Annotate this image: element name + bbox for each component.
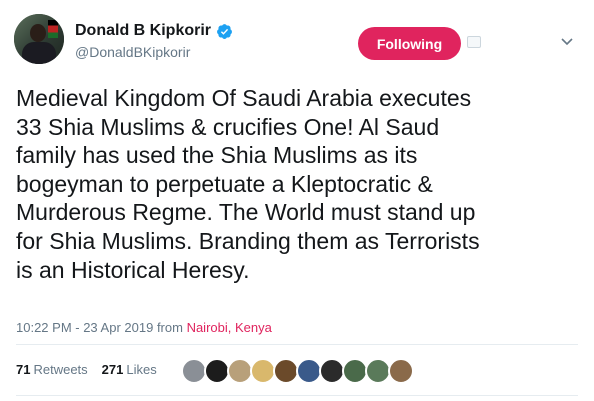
verified-badge-icon (217, 23, 232, 39)
liker-avatars (181, 358, 414, 384)
tweet-text: Medieval Kingdom Of Saudi Arabia execute… (16, 85, 480, 283)
author-display-name[interactable]: Donald B Kipkorir (75, 22, 211, 40)
likes-label: Likes (126, 362, 157, 377)
retweets-label: Retweets (33, 362, 88, 377)
author-avatar[interactable] (14, 14, 64, 64)
author-handle[interactable]: @DonaldBKipkorir (75, 44, 233, 60)
liker-avatar[interactable] (388, 358, 414, 384)
retweets-stat[interactable]: 71 Retweets (16, 362, 88, 377)
display-name-row: Donald B Kipkorir (75, 22, 233, 40)
author-names: Donald B Kipkorir @DonaldBKipkorir (75, 22, 233, 60)
avatar-flag (48, 20, 58, 38)
from-label: from (156, 320, 183, 335)
tweet-timestamp[interactable]: 10:22 PM - 23 Apr 2019 (16, 320, 153, 335)
avatar-face (30, 24, 46, 42)
avatar-suit (22, 42, 56, 64)
tweet-meta: 10:22 PM - 23 Apr 2019 from Nairobi, Ken… (16, 320, 272, 335)
chevron-down-icon[interactable] (560, 34, 574, 48)
tweet-header: Donald B Kipkorir @DonaldBKipkorir Follo… (14, 14, 580, 66)
divider (16, 395, 578, 396)
divider (16, 344, 578, 345)
tweet-location[interactable]: Nairobi, Kenya (187, 320, 272, 335)
likes-count: 271 (101, 362, 124, 377)
tweet-stats: 71 Retweets 271 Likes (16, 362, 157, 377)
following-button[interactable]: Following (358, 27, 461, 60)
notification-bell-icon[interactable] (467, 36, 481, 48)
retweets-count: 71 (16, 362, 31, 377)
likes-stat[interactable]: 271 Likes (102, 362, 157, 377)
